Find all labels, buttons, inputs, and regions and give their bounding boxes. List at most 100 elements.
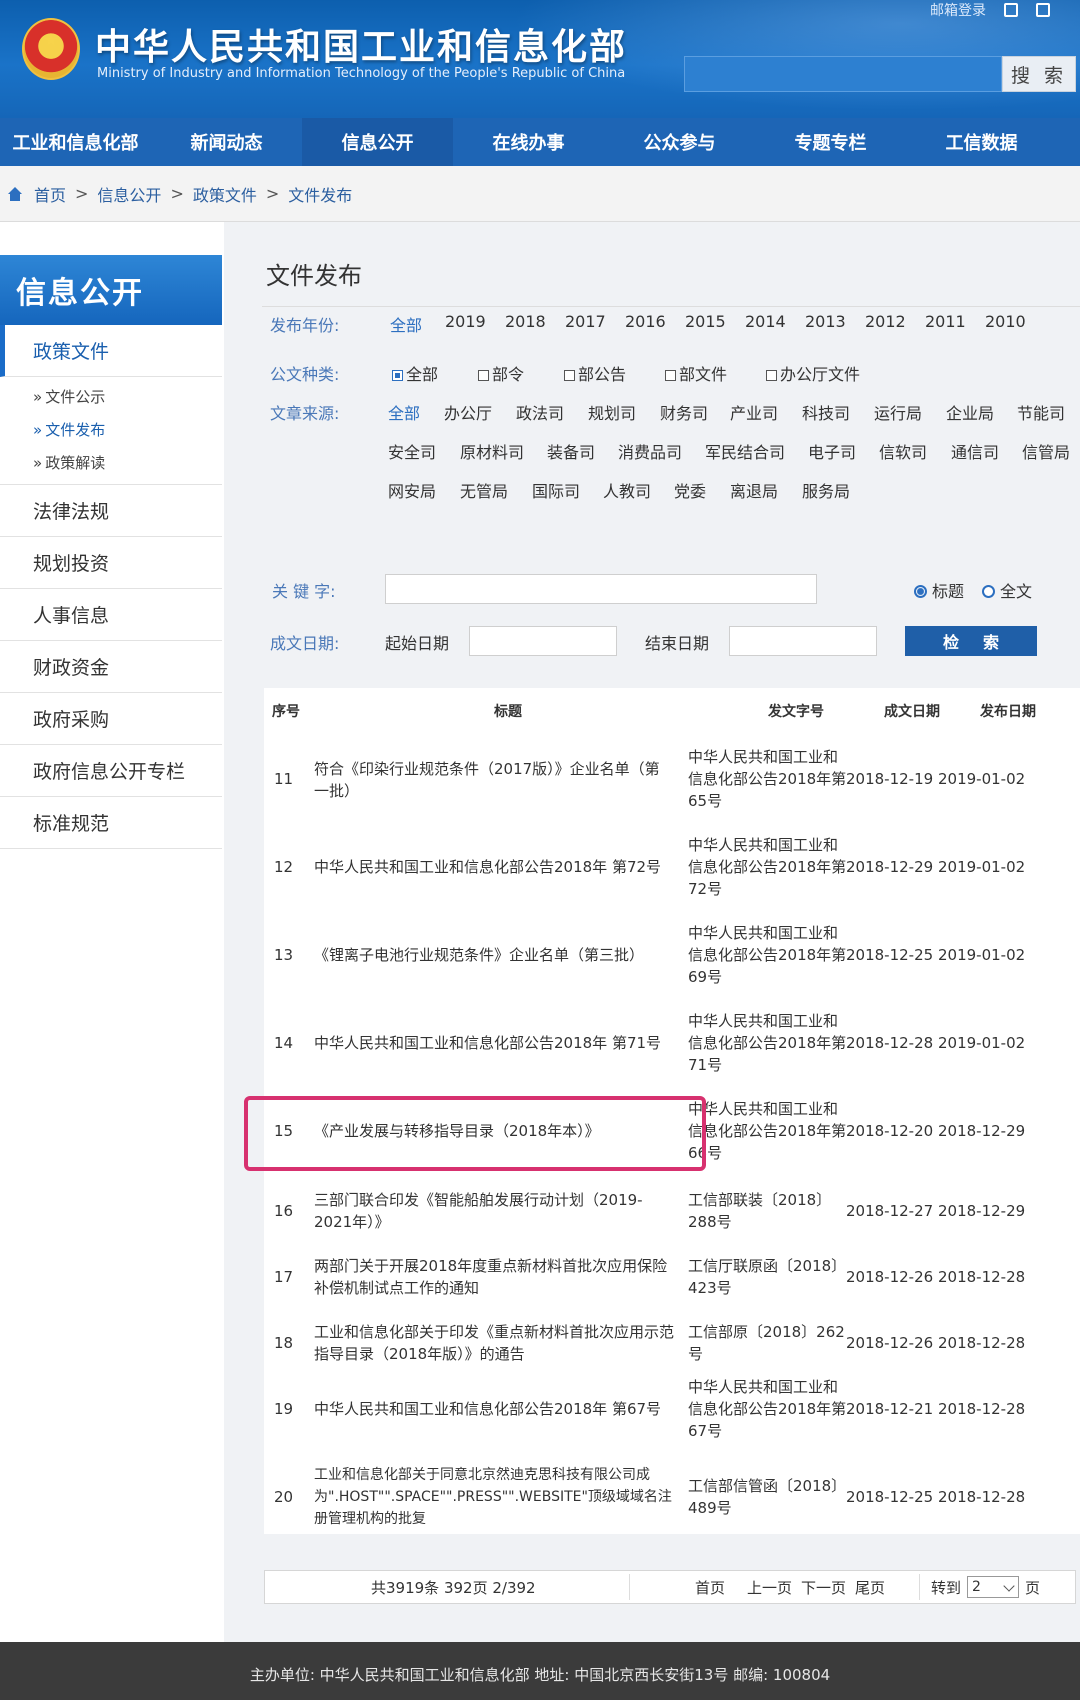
source-option[interactable]: 运行局 bbox=[874, 400, 922, 424]
sidebar-item-personnel[interactable]: 人事信息 bbox=[0, 589, 222, 641]
year-option[interactable]: 2018 bbox=[505, 312, 546, 331]
site-search-button[interactable]: 搜 索 bbox=[1002, 56, 1076, 92]
checkbox-icon[interactable] bbox=[478, 370, 489, 381]
year-option[interactable]: 2011 bbox=[925, 312, 966, 331]
source-option[interactable]: 装备司 bbox=[547, 439, 595, 463]
checkbox-icon[interactable] bbox=[564, 370, 575, 381]
source-option[interactable]: 军民结合司 bbox=[705, 439, 785, 463]
end-date-input[interactable] bbox=[729, 626, 877, 656]
radio-fulltext-option[interactable]: 全文 bbox=[982, 578, 1032, 602]
year-option[interactable]: 2017 bbox=[565, 312, 606, 331]
row-title-link[interactable]: 工业和信息化部关于同意北京然迪克思科技有限公司成为".HOST"".SPACE"… bbox=[314, 1464, 674, 1530]
source-option[interactable]: 节能司 bbox=[1017, 400, 1065, 424]
type-option-office-document[interactable]: 办公厅文件 bbox=[766, 361, 860, 385]
source-option[interactable]: 消费品司 bbox=[618, 439, 682, 463]
nav-item-special-topics[interactable]: 专题专栏 bbox=[755, 118, 906, 166]
source-option[interactable]: 信软司 bbox=[879, 439, 927, 463]
source-option[interactable]: 通信司 bbox=[951, 439, 999, 463]
year-option[interactable]: 2014 bbox=[745, 312, 786, 331]
year-option[interactable]: 2013 bbox=[805, 312, 846, 331]
row-title-link[interactable]: 三部门联合印发《智能船舶发展行动计划（2019-2021年）》 bbox=[314, 1189, 674, 1233]
type-option-document[interactable]: 部文件 bbox=[665, 361, 727, 385]
source-option[interactable]: 企业局 bbox=[946, 400, 994, 424]
source-option[interactable]: 党委 bbox=[674, 478, 706, 502]
radio-icon[interactable] bbox=[982, 585, 995, 598]
breadcrumb-home[interactable]: 首页 bbox=[34, 182, 66, 206]
pager-first[interactable]: 首页 bbox=[695, 1571, 725, 1603]
radio-selected-icon[interactable] bbox=[914, 585, 927, 598]
nav-item-online-service[interactable]: 在线办事 bbox=[453, 118, 604, 166]
source-option[interactable]: 电子司 bbox=[808, 439, 856, 463]
sidebar-subitem-file-notice[interactable]: » 文件公示 bbox=[0, 380, 222, 413]
search-button[interactable]: 检索 bbox=[905, 626, 1037, 656]
source-option[interactable]: 科技司 bbox=[802, 400, 850, 424]
sidebar-item-laws[interactable]: 法律法规 bbox=[0, 485, 222, 537]
row-title-link[interactable]: 工业和信息化部关于印发《重点新材料首批次应用示范指导目录（2018年版）》的通告 bbox=[314, 1321, 674, 1365]
source-option[interactable]: 国际司 bbox=[532, 478, 580, 502]
year-option[interactable]: 2010 bbox=[985, 312, 1026, 331]
row-title-link[interactable]: 符合《印染行业规范条件（2017版）》企业名单（第一批） bbox=[314, 758, 674, 802]
pager-next[interactable]: 下一页 bbox=[801, 1571, 846, 1603]
mobile-icon[interactable] bbox=[1004, 3, 1018, 17]
sidebar-item-finance[interactable]: 财政资金 bbox=[0, 641, 222, 693]
source-option[interactable]: 服务局 bbox=[802, 478, 850, 502]
sidebar-item-planning[interactable]: 规划投资 bbox=[0, 537, 222, 589]
source-option[interactable]: 财务司 bbox=[660, 400, 708, 424]
nav-item-miit[interactable]: 工业和信息化部 bbox=[0, 118, 151, 166]
row-doc-number: 工信厅联原函〔2018〕423号 bbox=[688, 1257, 847, 1297]
sidebar-item-standards[interactable]: 标准规范 bbox=[0, 797, 222, 849]
sidebar-subitem-file-release[interactable]: » 文件发布 bbox=[0, 413, 222, 446]
mail-login-link[interactable]: 邮箱登录 bbox=[930, 0, 986, 20]
year-option-all[interactable]: 全部 bbox=[390, 312, 422, 336]
site-title[interactable]: 中华人民共和国工业和信息化部 bbox=[95, 18, 627, 70]
page-select[interactable]: 2 bbox=[967, 1576, 1020, 1598]
row-title-link[interactable]: 《锂离子电池行业规范条件》企业名单（第三批） bbox=[314, 944, 674, 966]
keyword-input[interactable] bbox=[385, 574, 817, 604]
year-option[interactable]: 2012 bbox=[865, 312, 906, 331]
home-icon[interactable] bbox=[6, 186, 24, 201]
sidebar-item-procurement[interactable]: 政府采购 bbox=[0, 693, 222, 745]
source-option[interactable]: 人教司 bbox=[603, 478, 651, 502]
year-option[interactable]: 2019 bbox=[445, 312, 486, 331]
row-published-date: 2019-01-02 bbox=[938, 946, 1026, 964]
type-option-all[interactable]: 全部 bbox=[392, 361, 438, 385]
type-option-decree[interactable]: 部令 bbox=[478, 361, 524, 385]
source-option[interactable]: 信管局 bbox=[1022, 439, 1070, 463]
sidebar-item-gov-info-column[interactable]: 政府信息公开专栏 bbox=[0, 745, 222, 797]
sidebar-subitem-policy-interpretation[interactable]: » 政策解读 bbox=[0, 446, 222, 479]
source-option[interactable]: 原材料司 bbox=[460, 439, 524, 463]
rss-icon[interactable] bbox=[1036, 3, 1050, 17]
nav-item-data[interactable]: 工信数据 bbox=[906, 118, 1057, 166]
pager-last[interactable]: 尾页 bbox=[855, 1571, 885, 1603]
checkbox-icon[interactable] bbox=[665, 370, 676, 381]
type-option-announcement[interactable]: 部公告 bbox=[564, 361, 626, 385]
source-option[interactable]: 产业司 bbox=[730, 400, 778, 424]
pager-prev[interactable]: 上一页 bbox=[747, 1571, 792, 1603]
source-option[interactable]: 安全司 bbox=[388, 439, 436, 463]
checkbox-icon[interactable] bbox=[392, 370, 403, 381]
source-option[interactable]: 政法司 bbox=[516, 400, 564, 424]
nav-item-news[interactable]: 新闻动态 bbox=[151, 118, 302, 166]
breadcrumb-info-disclosure[interactable]: 信息公开 bbox=[97, 182, 161, 206]
radio-title-option[interactable]: 标题 bbox=[914, 578, 964, 602]
row-title-link[interactable]: 两部门关于开展2018年度重点新材料首批次应用保险补偿机制试点工作的通知 bbox=[314, 1255, 674, 1299]
source-option[interactable]: 规划司 bbox=[588, 400, 636, 424]
breadcrumb-file-release[interactable]: 文件发布 bbox=[288, 182, 352, 206]
year-option[interactable]: 2016 bbox=[625, 312, 666, 331]
source-option[interactable]: 无管局 bbox=[460, 478, 508, 502]
site-search-input[interactable] bbox=[684, 56, 1002, 92]
sidebar-item-policy-documents[interactable]: 政策文件 bbox=[0, 325, 222, 377]
source-option[interactable]: 离退局 bbox=[730, 478, 778, 502]
nav-item-public-participation[interactable]: 公众参与 bbox=[604, 118, 755, 166]
source-option-all[interactable]: 全部 bbox=[388, 400, 420, 424]
source-option[interactable]: 办公厅 bbox=[444, 400, 492, 424]
breadcrumb-policy-documents[interactable]: 政策文件 bbox=[193, 182, 257, 206]
source-option[interactable]: 网安局 bbox=[388, 478, 436, 502]
row-title-link[interactable]: 中华人民共和国工业和信息化部公告2018年 第72号 bbox=[314, 856, 674, 878]
nav-item-info-disclosure[interactable]: 信息公开 bbox=[302, 118, 453, 166]
start-date-input[interactable] bbox=[469, 626, 617, 656]
year-option[interactable]: 2015 bbox=[685, 312, 726, 331]
checkbox-icon[interactable] bbox=[766, 370, 777, 381]
row-title-link[interactable]: 中华人民共和国工业和信息化部公告2018年 第71号 bbox=[314, 1032, 674, 1054]
row-title-link[interactable]: 中华人民共和国工业和信息化部公告2018年 第67号 bbox=[314, 1398, 674, 1420]
